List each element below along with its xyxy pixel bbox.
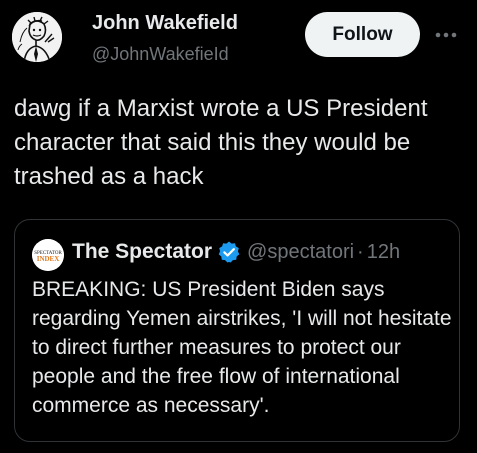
follow-button[interactable]: Follow [305,12,420,57]
author-handle[interactable]: @JohnWakefieId [92,44,229,65]
more-options-button[interactable] [432,24,460,46]
quote-tweet-card[interactable]: SPECTATOR INDEX The Spectator @spectator… [14,219,460,442]
spectator-index-logo: SPECTATOR INDEX [32,239,64,271]
author-avatar[interactable] [12,12,62,62]
quote-avatar[interactable]: SPECTATOR INDEX [32,239,64,271]
quote-separator: · [357,240,364,263]
portrait-sketch-avatar-icon [12,12,62,62]
author-name[interactable]: John Wakefield [92,12,238,35]
tweet-text: dawg if a Marxist wrote a US President c… [14,95,428,190]
quote-text: BREAKING: US President Biden says regard… [32,278,452,417]
quote-author-handle[interactable]: @spectatori [247,241,354,264]
logo-text-line-2: INDEX [37,255,60,263]
more-horizontal-icon [435,32,457,38]
quote-header: The Spectator @spectatori · 12h [72,237,400,267]
quote-timestamp[interactable]: 12h [367,241,400,264]
quote-author-name[interactable]: The Spectator [72,240,212,264]
verified-badge-icon [217,240,241,264]
